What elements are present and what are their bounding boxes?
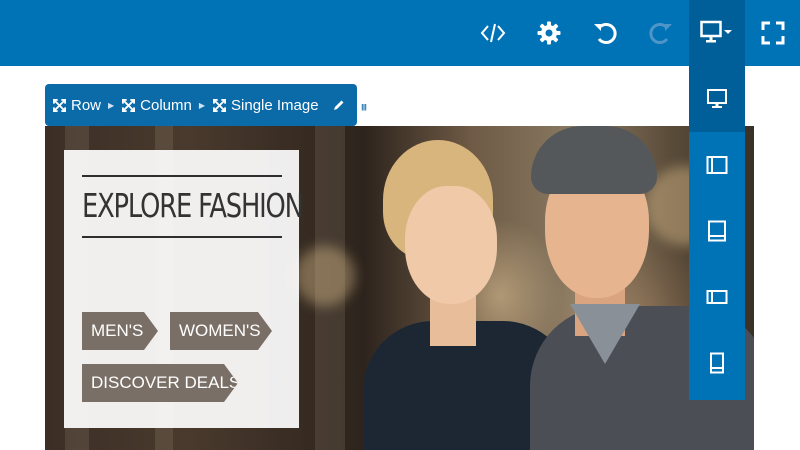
device-preview-menu <box>689 66 745 400</box>
trash-icon[interactable] <box>358 98 370 112</box>
title-rule-bottom <box>82 236 282 238</box>
breadcrumb-label: Single Image <box>231 96 319 114</box>
redo-icon <box>649 23 672 44</box>
code-icon <box>480 23 506 43</box>
page-builder: EXPLORE FASHION MEN'S WOMEN'S DISCOVER D… <box>0 0 800 450</box>
explore-fashion-card: EXPLORE FASHION MEN'S WOMEN'S DISCOVER D… <box>64 150 304 428</box>
device-mobile-portrait-option[interactable] <box>689 330 745 396</box>
light-bokeh <box>295 246 355 306</box>
undo-button[interactable] <box>577 0 633 66</box>
redo-button[interactable] <box>633 0 689 66</box>
breadcrumb-single-image[interactable]: Single Image <box>213 97 319 114</box>
tablet-portrait-icon <box>708 220 726 242</box>
tablet-landscape-icon <box>706 156 728 174</box>
element-breadcrumb: Row ▶ Column ▶ Single Image <box>45 84 370 126</box>
device-mobile-landscape-option[interactable] <box>689 264 745 330</box>
element-tools <box>333 98 370 112</box>
device-tablet-portrait-option[interactable] <box>689 198 745 264</box>
woman-face <box>405 186 497 304</box>
move-icon <box>122 98 136 112</box>
device-preview-button[interactable] <box>689 0 745 66</box>
mens-tag[interactable]: MEN'S <box>82 312 158 350</box>
device-tablet-landscape-option[interactable] <box>689 132 745 198</box>
desktop-icon <box>700 20 732 43</box>
breadcrumb-label: Row <box>71 96 102 114</box>
man-hat <box>531 126 657 194</box>
code-view-button[interactable] <box>465 0 521 66</box>
breadcrumb-column[interactable]: Column <box>122 97 192 114</box>
fullscreen-icon <box>761 21 784 45</box>
undo-icon <box>594 23 617 44</box>
discover-deals-tag[interactable]: DISCOVER DEALS <box>82 364 238 402</box>
mobile-landscape-icon <box>706 290 728 304</box>
move-icon <box>213 98 227 112</box>
move-icon <box>53 98 66 112</box>
gear-icon <box>537 21 561 45</box>
chevron-down-icon <box>724 30 732 34</box>
device-desktop-option[interactable] <box>689 66 745 132</box>
breadcrumb-separator: ▶ <box>108 100 115 110</box>
card-title: EXPLORE FASHION <box>82 186 304 225</box>
pencil-icon[interactable] <box>333 99 345 111</box>
fullscreen-button[interactable] <box>745 0 800 66</box>
womens-tag[interactable]: WOMEN'S <box>170 312 272 350</box>
breadcrumb-row[interactable]: Row <box>53 97 101 114</box>
title-rule-top <box>82 175 282 177</box>
desktop-icon <box>707 89 727 108</box>
breadcrumb-separator: ▶ <box>198 100 206 110</box>
mobile-portrait-icon <box>710 352 724 374</box>
top-toolbar <box>0 0 800 66</box>
settings-button[interactable] <box>521 0 577 66</box>
breadcrumb-label: Column <box>140 96 192 114</box>
